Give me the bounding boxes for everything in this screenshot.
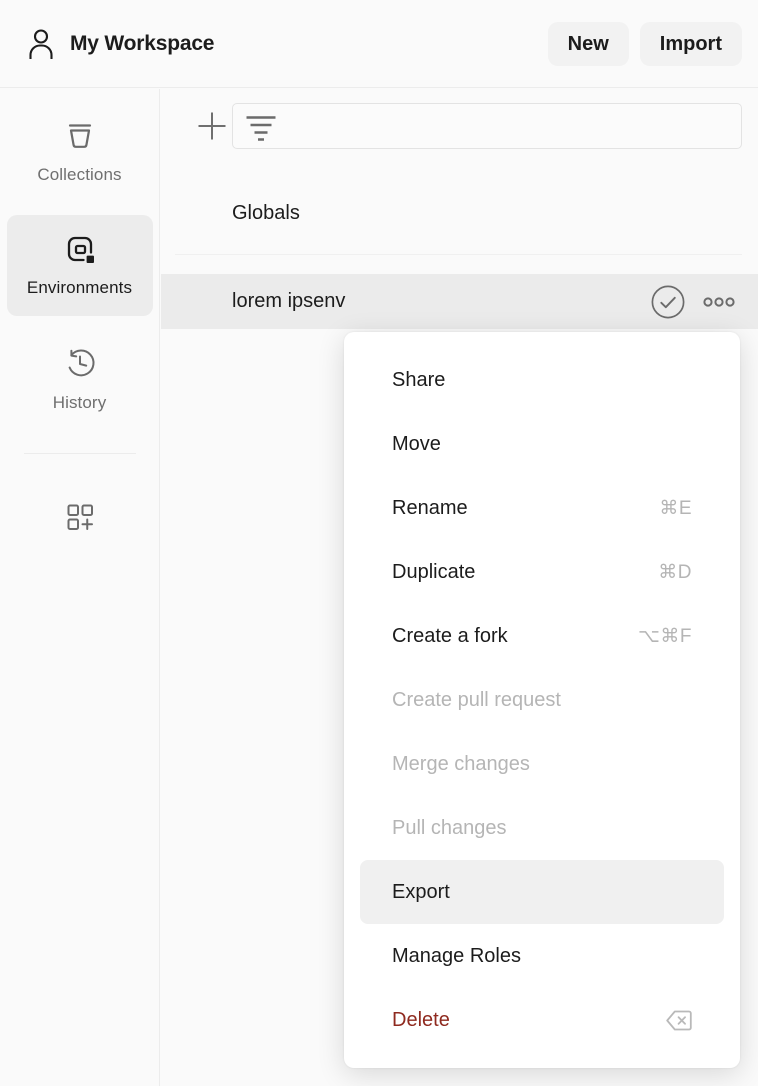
sidebar-item-environments[interactable]: Environments [7, 215, 153, 316]
menu-item-label: Export [392, 881, 450, 904]
sidebar-item-label: Collections [37, 165, 121, 185]
workspace-header: My Workspace New Import [0, 0, 758, 88]
collections-icon [64, 120, 96, 152]
menu-item-label: Share [392, 369, 445, 392]
shortcut-label: ⌘E [659, 497, 692, 520]
menu-item-duplicate[interactable]: Duplicate ⌘D [360, 540, 724, 604]
grid-plus-icon[interactable] [63, 500, 97, 534]
menu-item-label: Delete [392, 1009, 450, 1032]
menu-item-export[interactable]: Export [360, 860, 724, 924]
new-button[interactable]: New [548, 22, 629, 66]
person-icon [28, 28, 54, 59]
environments-icon [64, 233, 96, 265]
menu-item-share[interactable]: Share [360, 348, 724, 412]
list-divider [175, 254, 742, 255]
filter-icon [245, 108, 277, 144]
menu-item-label: Merge changes [392, 753, 530, 776]
page-title: My Workspace [70, 32, 214, 56]
filter-input[interactable] [289, 115, 729, 137]
environment-name: Globals [232, 202, 735, 225]
menu-item-label: Move [392, 433, 441, 456]
environment-row-globals[interactable]: Globals [161, 185, 758, 241]
import-button[interactable]: Import [640, 22, 742, 66]
menu-item-manage-roles[interactable]: Manage Roles [360, 924, 724, 988]
environment-name: lorem ipsenv [232, 290, 651, 313]
left-sidebar: Collections Environments History [0, 89, 160, 1086]
menu-item-label: Create a fork [392, 625, 508, 648]
menu-item-merge-changes: Merge changes [360, 732, 724, 796]
sidebar-item-label: Environments [27, 278, 132, 298]
shortcut-label: ⌥⌘F [638, 625, 692, 648]
menu-item-delete[interactable]: Delete [360, 988, 724, 1052]
menu-item-create-pull-request: Create pull request [360, 668, 724, 732]
menu-item-move[interactable]: Move [360, 412, 724, 476]
sidebar-divider [24, 453, 136, 454]
menu-item-label: Rename [392, 497, 468, 520]
more-actions-icon[interactable] [703, 296, 735, 308]
menu-item-label: Manage Roles [392, 945, 521, 968]
workspace-switcher[interactable]: My Workspace [28, 28, 214, 59]
filter-field [232, 103, 742, 149]
menu-item-label: Create pull request [392, 689, 561, 712]
sidebar-item-label: History [53, 393, 107, 413]
menu-item-rename[interactable]: Rename ⌘E [360, 476, 724, 540]
backspace-icon [666, 1010, 692, 1031]
environments-toolbar [161, 89, 758, 163]
history-icon [63, 346, 97, 380]
environment-row-lorem-ipsenv[interactable]: lorem ipsenv [161, 274, 758, 329]
shortcut-label: ⌘D [658, 561, 692, 584]
sidebar-item-history[interactable]: History [7, 328, 153, 431]
menu-item-label: Pull changes [392, 817, 507, 840]
sidebar-item-collections[interactable]: Collections [7, 102, 153, 203]
environment-context-menu: Share Move Rename ⌘E Duplicate ⌘D Create… [344, 332, 740, 1068]
check-circle-icon[interactable] [651, 285, 685, 319]
add-environment-button[interactable] [185, 99, 239, 153]
menu-item-label: Duplicate [392, 561, 475, 584]
menu-item-pull-changes: Pull changes [360, 796, 724, 860]
plus-icon [196, 110, 228, 142]
menu-item-create-a-fork[interactable]: Create a fork ⌥⌘F [360, 604, 724, 668]
